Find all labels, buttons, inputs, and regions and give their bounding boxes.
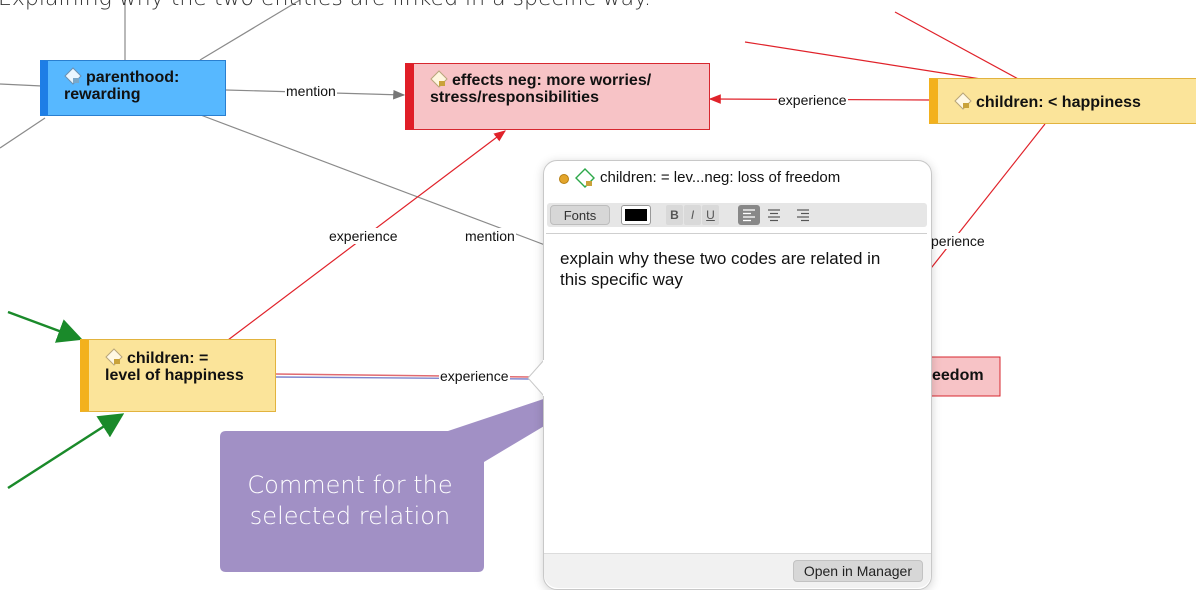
node-label: parenthood: [86,69,180,86]
link-gray[interactable] [0,117,46,149]
code-icon [64,67,82,85]
page-caption: Explaining why the two entities are link… [0,0,651,11]
node-effects-neg-worries[interactable]: effects neg: more worries/stress/respons… [405,63,710,130]
fonts-button[interactable]: Fonts [550,205,610,225]
text-color-swatch[interactable] [621,205,651,225]
code-icon [105,348,123,366]
code-icon [430,70,448,88]
node-label: level of happiness [105,367,244,384]
relation-dot-icon [559,174,569,184]
link-experience-right[interactable] [927,123,1046,273]
relation-comment-popover[interactable]: children: = lev...neg: loss of freedom F… [543,160,932,590]
node-parenthood-rewarding[interactable]: parenthood: rewarding [40,60,226,116]
underline-button[interactable]: U [702,205,719,225]
edge-label-mention[interactable]: mention [464,228,516,244]
link-gray[interactable] [0,83,43,87]
edge-label-experience[interactable]: experience [777,92,848,108]
node-label-freedom: eedom [932,367,984,384]
link-red[interactable] [894,11,1021,81]
link-green[interactable] [7,310,83,343]
popover-titlebar: children: = lev...neg: loss of freedom [544,161,931,195]
align-left-icon[interactable] [738,205,760,225]
node-children-equal-happiness[interactable]: children: = level of happiness [80,339,276,412]
popover-footer: Open in Manager [544,553,931,588]
edge-label-experience-selected[interactable]: experience [439,368,510,384]
open-in-manager-button[interactable]: Open in Manager [792,560,923,582]
callout-text: Comment for the selected relation [247,471,453,530]
edge-label-experience[interactable]: perience [930,233,986,249]
bold-button[interactable]: B [666,205,683,225]
link-mention-mid[interactable] [197,113,546,246]
node-label: children: = [127,350,209,367]
node-label: stress/responsibilities [430,89,599,106]
comment-editor[interactable]: explain why these two codes are related … [546,233,927,552]
align-center-icon[interactable] [763,205,785,225]
popover-pointer [527,360,546,396]
node-label: children: < happiness [976,94,1141,111]
italic-button[interactable]: I [684,205,701,225]
comment-text[interactable]: explain why these two codes are related … [560,248,900,290]
code-icon [575,168,595,188]
code-icon [954,92,972,110]
node-children-less-happiness[interactable]: children: < happiness [929,78,1196,124]
edge-label-mention[interactable]: mention [285,83,337,99]
edge-label-experience[interactable]: experience [328,228,399,244]
format-toolbar: Fonts B I U [547,203,927,227]
node-label: effects neg: more worries/ [452,72,652,89]
popover-title: children: = lev...neg: loss of freedom [600,169,841,186]
node-label: rewarding [64,86,141,103]
link-green[interactable] [7,413,125,490]
align-right-icon[interactable] [792,205,814,225]
